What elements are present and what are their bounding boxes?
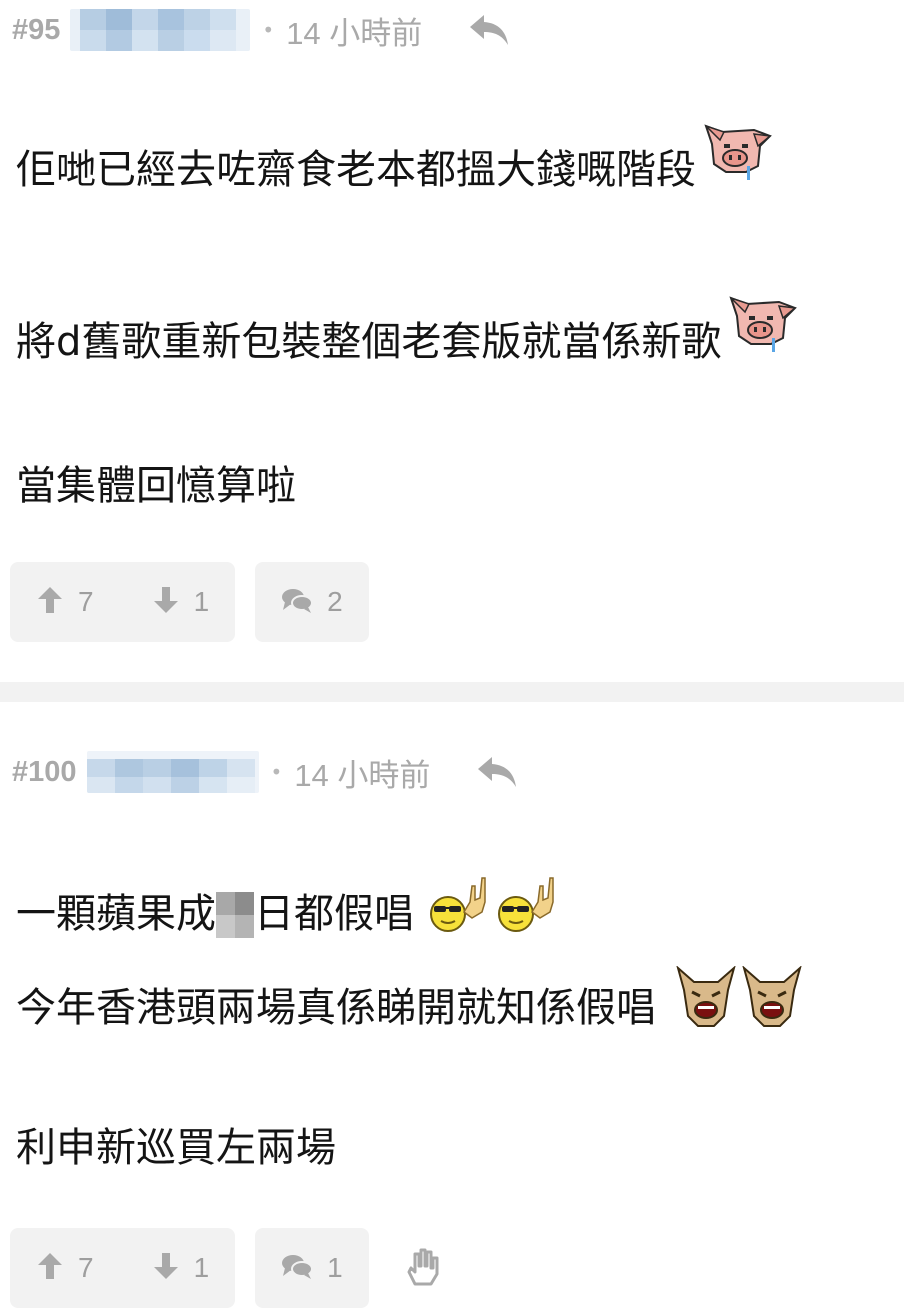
post-100: #100 • 14 小時前 一顆蘋果成 日都假唱 今年香港頭兩場真係睇開就知係假… xyxy=(0,702,904,1314)
post-actions: 7 1 1 xyxy=(10,1228,443,1308)
post-actions: 7 1 2 xyxy=(10,562,369,642)
content-line: 今年香港頭兩場真係睇開就知係假唱 xyxy=(16,966,804,1032)
shocked-horse-icon xyxy=(676,966,736,1027)
vote-pill: 7 1 xyxy=(10,562,236,642)
reply-icon[interactable] xyxy=(476,754,520,790)
post-95: #95 • 14 小時前 佢哋已經去咗齋食老本都搵大錢嘅階段 將d舊歌重新包裝整… xyxy=(0,0,904,682)
downvote-icon[interactable] xyxy=(152,585,180,619)
post-meta: #100 • 14 小時前 xyxy=(12,744,520,800)
content-text: 利申新巡買左兩場 xyxy=(16,1125,336,1171)
post-time: 14 小時前 xyxy=(286,15,423,51)
content-line: 利申新巡買左兩場 xyxy=(16,1124,336,1172)
sunglasses-rock-icon xyxy=(430,877,486,932)
reply-icon[interactable] xyxy=(468,12,512,48)
shocked-horse-icon xyxy=(742,966,802,1027)
upvote-count: 7 xyxy=(78,586,94,617)
pig-crying-icon xyxy=(729,296,798,352)
hand-stop-icon[interactable] xyxy=(405,1246,443,1290)
upvote-count: 7 xyxy=(78,1252,94,1283)
content-line: 將d舊歌重新包裝整個老套版就當係新歌 xyxy=(16,294,799,366)
content-text: 將d舊歌重新包裝整個老套版就當係新歌 xyxy=(16,319,722,365)
separator-dot: • xyxy=(262,18,275,42)
content-text: 今年香港頭兩場真係睇開就知係假唱 xyxy=(16,985,656,1031)
upvote-icon[interactable] xyxy=(36,585,64,619)
content-line: 當集體回憶算啦 xyxy=(16,462,296,510)
content-text: 日都假唱 xyxy=(254,891,414,937)
content-text: 佢哋已經去咗齋食老本都搵大錢嘅階段 xyxy=(16,147,696,193)
comment-count: 2 xyxy=(327,586,343,617)
floor-number: #95 xyxy=(12,13,61,46)
post-meta: #95 • 14 小時前 xyxy=(12,2,512,58)
content-text: 一顆蘋果成 xyxy=(16,891,216,937)
separator-dot: • xyxy=(270,760,283,784)
vote-pill: 7 1 xyxy=(10,1228,236,1308)
sunglasses-rock-icon xyxy=(498,877,554,932)
upvote-icon[interactable] xyxy=(36,1251,64,1285)
comment-count: 1 xyxy=(327,1252,343,1283)
comments-button[interactable]: 2 xyxy=(255,562,369,642)
content-line: 佢哋已經去咗齋食老本都搵大錢嘅階段 xyxy=(16,122,774,194)
floor-number: #100 xyxy=(12,755,77,788)
post-divider xyxy=(0,682,904,702)
username-blurred[interactable] xyxy=(86,751,259,793)
post-time: 14 小時前 xyxy=(294,757,431,793)
downvote-count: 1 xyxy=(193,1252,210,1283)
censored-character xyxy=(216,892,254,938)
comment-bubbles-icon xyxy=(281,1252,314,1284)
pig-crying-icon xyxy=(704,124,772,180)
content-text: 當集體回憶算啦 xyxy=(16,463,296,509)
comments-button[interactable]: 1 xyxy=(255,1228,369,1308)
content-line: 一顆蘋果成 日都假唱 xyxy=(16,872,562,938)
downvote-count: 1 xyxy=(193,586,210,617)
downvote-icon[interactable] xyxy=(152,1251,180,1285)
comment-bubbles-icon xyxy=(281,586,314,618)
username-blurred[interactable] xyxy=(70,9,251,51)
